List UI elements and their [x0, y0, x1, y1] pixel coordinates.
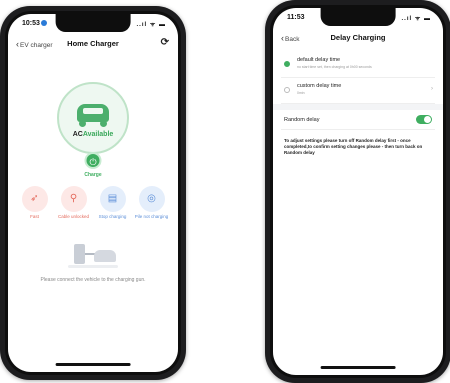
- nav-bar: ‹Back Delay Charging: [273, 28, 443, 50]
- home-indicator: [55, 363, 131, 366]
- charge-label: Charge: [84, 172, 102, 178]
- action-label: Cable unlocked: [57, 214, 90, 219]
- home-indicator: [320, 366, 396, 369]
- action-fast[interactable]: ➶ Fast: [16, 186, 53, 226]
- plug-in-illustration: [68, 242, 118, 268]
- nav-bar: ‹EV charger Home Charger ⟳: [8, 34, 178, 56]
- availability-status: Available: [82, 131, 114, 138]
- random-delay-row: Random delay: [281, 110, 435, 130]
- phone-delay-charging: 11:53 ..ıl ᯤ ▬ ‹Back Delay Charging defa…: [265, 0, 450, 383]
- charger-status-graphic: [57, 82, 129, 154]
- connect-hint: Please connect the vehicle to the chargi…: [40, 277, 146, 283]
- rocket-icon: ➶: [21, 186, 48, 212]
- option-custom-delay[interactable]: custom delay time 0min ›: [281, 78, 435, 104]
- radio-unselected-icon: [284, 87, 290, 93]
- option-title: custom delay time: [297, 83, 342, 89]
- action-pile-not-charging[interactable]: ◎ Pile not charging: [133, 186, 170, 226]
- refresh-icon[interactable]: ⟳: [161, 37, 169, 48]
- notch: [320, 8, 396, 26]
- action-label: Pile not charging: [134, 214, 169, 219]
- action-row: ➶ Fast ⚲ Cable unlocked ▤ Stop charging …: [16, 186, 170, 226]
- pile-icon: ◎: [138, 186, 165, 212]
- action-stop-charging[interactable]: ▤ Stop charging: [94, 186, 131, 226]
- status-time: 10:53: [22, 20, 47, 27]
- page-title: Home Charger: [67, 39, 119, 48]
- settings-notice: To adjust settings please turn off Rando…: [284, 138, 423, 155]
- charger-type: AC: [72, 131, 83, 138]
- status-icons: ..ıl ᯤ ▬: [136, 22, 166, 28]
- chevron-right-icon: ›: [431, 86, 433, 92]
- radio-selected-icon: [284, 61, 290, 67]
- action-label: Stop charging: [98, 214, 127, 219]
- charge-button[interactable]: ⏻: [84, 152, 102, 169]
- random-delay-label: Random delay: [284, 117, 320, 123]
- action-cable-unlocked[interactable]: ⚲ Cable unlocked: [55, 186, 92, 226]
- location-icon: [40, 20, 47, 27]
- random-delay-toggle[interactable]: [416, 115, 432, 124]
- notch: [55, 14, 131, 32]
- page-title: Delay Charging: [330, 33, 386, 42]
- delay-charging-screen: 11:53 ..ıl ᯤ ▬ ‹Back Delay Charging defa…: [273, 8, 443, 375]
- stop-charging-icon: ▤: [99, 186, 126, 212]
- option-subtitle: 0min: [297, 91, 305, 95]
- status-icons: ..ıl ᯤ ▬: [401, 16, 431, 22]
- action-label: Fast: [30, 214, 39, 219]
- charger-status-label: ACAvailable: [8, 131, 178, 138]
- option-title: default delay time: [297, 57, 341, 63]
- home-charger-screen: 10:53 ..ıl ᯤ ▬ ‹EV charger Home Charger …: [8, 14, 178, 372]
- unlock-icon: ⚲: [60, 186, 87, 212]
- option-default-delay[interactable]: default delay time no start time set, th…: [281, 52, 435, 78]
- delay-settings: default delay time no start time set, th…: [273, 52, 443, 156]
- status-time: 11:53: [287, 14, 305, 21]
- option-subtitle: no start time set, then charging at 0h00…: [297, 65, 372, 69]
- phone-home-charger: 10:53 ..ıl ᯤ ▬ ‹EV charger Home Charger …: [0, 6, 186, 380]
